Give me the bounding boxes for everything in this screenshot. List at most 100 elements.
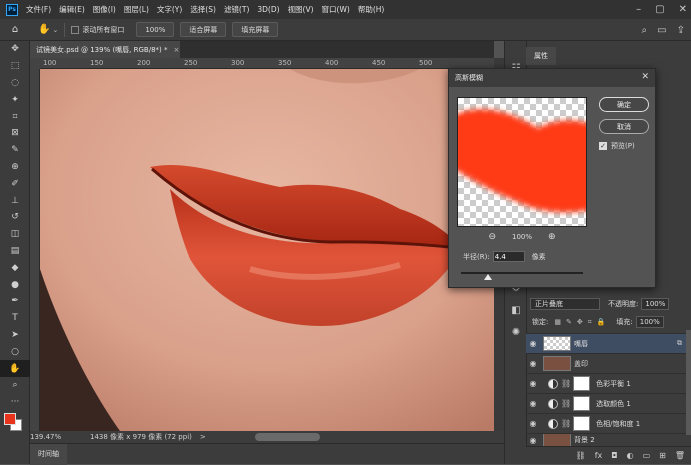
gradient-tool-icon[interactable]: ▤ [0,243,30,260]
timeline-tab[interactable]: 时间轴 [30,443,67,465]
more-tools-icon[interactable]: ··· [0,394,30,411]
brush-settings-icon[interactable]: ✺ [505,321,527,343]
hand-tool-icon[interactable]: ✋ [38,24,50,35]
foreground-color-swatch[interactable] [4,412,16,425]
radius-input[interactable] [492,251,525,262]
hand-tool-icon[interactable]: ✋ [0,360,30,377]
layer-row-color-balance[interactable]: ◉ ⛓ 色彩平衡 1 [526,373,686,393]
menu-3d[interactable]: 3D(D) [257,5,279,14]
menu-file[interactable]: 文件(F) [26,4,51,15]
document-tab[interactable]: 试镜美女.psd @ 139% (嘴唇, RGB/8*) * × [30,41,180,58]
scroll-all-checkbox[interactable] [71,25,80,34]
pen-tool-icon[interactable]: ✒ [0,293,30,310]
cancel-button[interactable]: 取消 [599,119,649,134]
shape-tool-icon[interactable]: ○ [0,343,30,360]
history-brush-tool-icon[interactable]: ↺ [0,209,30,226]
smart-object-icon: ⧉ [677,339,682,347]
ruler-label: 500 [419,59,433,67]
crop-tool-icon[interactable]: ⌗ [0,108,30,125]
share-icon[interactable]: ⇪ [677,25,685,36]
blur-tool-icon[interactable]: ◆ [0,259,30,276]
ok-button[interactable]: 确定 [599,97,649,112]
layer-row-lips[interactable]: ◉ 嘴唇 ⧉ [526,333,686,353]
opacity-input[interactable]: 100% [641,298,670,310]
visibility-eye-icon[interactable]: ◉ [526,436,540,445]
close-tab-icon[interactable]: × [174,46,180,54]
zoom-100-button[interactable]: 100% [136,22,175,37]
status-menu-arrow[interactable]: > [200,433,206,441]
visibility-eye-icon[interactable]: ◉ [526,399,540,408]
dialog-titlebar[interactable]: 高斯模糊 ✕ [449,69,655,87]
menu-select[interactable]: 选择(S) [190,4,216,15]
eyedropper-tool-icon[interactable]: ✎ [0,142,30,159]
zoom-level[interactable]: 139.47% [30,433,90,441]
fill-input[interactable]: 100% [635,316,664,328]
properties-tab[interactable]: 属性 [526,47,556,65]
minimize-icon[interactable]: – [636,4,641,15]
layer-row-stamp[interactable]: ◉ 盖印 [526,353,686,373]
zoom-tool-icon[interactable]: ⌕ [0,377,30,394]
path-selection-tool-icon[interactable]: ➤ [0,327,30,344]
add-mask-icon[interactable]: ◘ [611,451,617,460]
radius-slider-track[interactable] [461,272,583,274]
fx-icon[interactable]: fx [595,451,603,460]
menu-layer[interactable]: 图层(L) [124,4,149,15]
vertical-ruler[interactable] [30,69,40,431]
menu-image[interactable]: 图像(I) [93,4,116,15]
eraser-tool-icon[interactable]: ◫ [0,226,30,243]
layer-row-selective-color[interactable]: ◉ ⛓ 选取颜色 1 [526,393,686,413]
layer-name: 嘴唇 [574,339,588,348]
menu-help[interactable]: 帮助(H) [358,4,385,15]
layers-lock-row: 锁定: ▦✎✥⌗🔒 填充: 100% [526,314,691,330]
menu-type[interactable]: 文字(Y) [157,4,182,15]
layers-scrollbar[interactable] [686,330,691,435]
move-tool-icon[interactable]: ✥ [0,41,30,58]
frame-tool-icon[interactable]: ⊠ [0,125,30,142]
menu-filter[interactable]: 滤镜(T) [224,4,249,15]
marquee-tool-icon[interactable]: ⬚ [0,58,30,75]
workspace-icon[interactable]: ▭ [657,25,666,36]
horizontal-scrollbar-thumb[interactable] [255,433,320,441]
new-group-icon[interactable]: ▭ [643,451,651,460]
blend-mode-select[interactable]: 正片叠底 [530,298,600,310]
radius-slider-thumb[interactable] [483,274,492,280]
visibility-eye-icon[interactable]: ◉ [526,419,540,428]
new-layer-icon[interactable]: ⊞ [659,451,666,460]
layer-row-hue-saturation[interactable]: ◉ ⛓ 色相/饱和度 1 [526,413,686,433]
clone-stamp-tool-icon[interactable]: ⊥ [0,192,30,209]
link-layers-icon[interactable]: ⛓ [576,451,586,460]
timeline-panel: 时间轴 [30,443,504,465]
maximize-icon[interactable]: ▢ [655,4,664,15]
trash-icon[interactable]: 🗑 [675,451,685,460]
close-icon[interactable]: ✕ [641,72,649,82]
lock-icons[interactable]: ▦✎✥⌗🔒 [554,318,610,327]
fit-screen-button[interactable]: 适合屏幕 [180,22,227,37]
blur-preview[interactable] [457,97,587,227]
dodge-tool-icon[interactable]: ● [0,276,30,293]
fill-label: 填充: [616,318,633,326]
zoom-in-icon[interactable]: ⊕ [548,232,556,242]
preview-checkbox[interactable]: ✓ 预览(P) [599,141,635,151]
search-icon[interactable]: ⌕ [642,25,648,36]
visibility-eye-icon[interactable]: ◉ [526,359,540,368]
home-icon[interactable]: ⌂ [0,24,30,35]
menu-edit[interactable]: 编辑(E) [59,4,85,15]
layer-row-background-2[interactable]: ◉ 背景 2 [526,433,686,446]
chevron-down-icon[interactable]: ⌄ [52,26,58,34]
fill-screen-button[interactable]: 填充屏幕 [232,22,279,37]
visibility-eye-icon[interactable]: ◉ [526,339,540,348]
magic-wand-tool-icon[interactable]: ✦ [0,91,30,108]
visibility-eye-icon[interactable]: ◉ [526,379,540,388]
zoom-out-icon[interactable]: ⊖ [488,232,496,242]
paths-panel-icon[interactable]: ◧ [505,299,527,321]
menu-window[interactable]: 窗口(W) [322,4,350,15]
menu-view[interactable]: 视图(V) [288,4,314,15]
document-canvas[interactable] [40,69,494,431]
healing-brush-tool-icon[interactable]: ⊕ [0,159,30,176]
new-adjustment-icon[interactable]: ◐ [627,451,634,460]
brush-tool-icon[interactable]: ✐ [0,175,30,192]
type-tool-icon[interactable]: T [0,310,30,327]
horizontal-ruler[interactable]: 100 150 200 250 300 350 400 450 500 [40,58,494,69]
close-icon[interactable]: ✕ [679,4,687,15]
lasso-tool-icon[interactable]: ◌ [0,75,30,92]
